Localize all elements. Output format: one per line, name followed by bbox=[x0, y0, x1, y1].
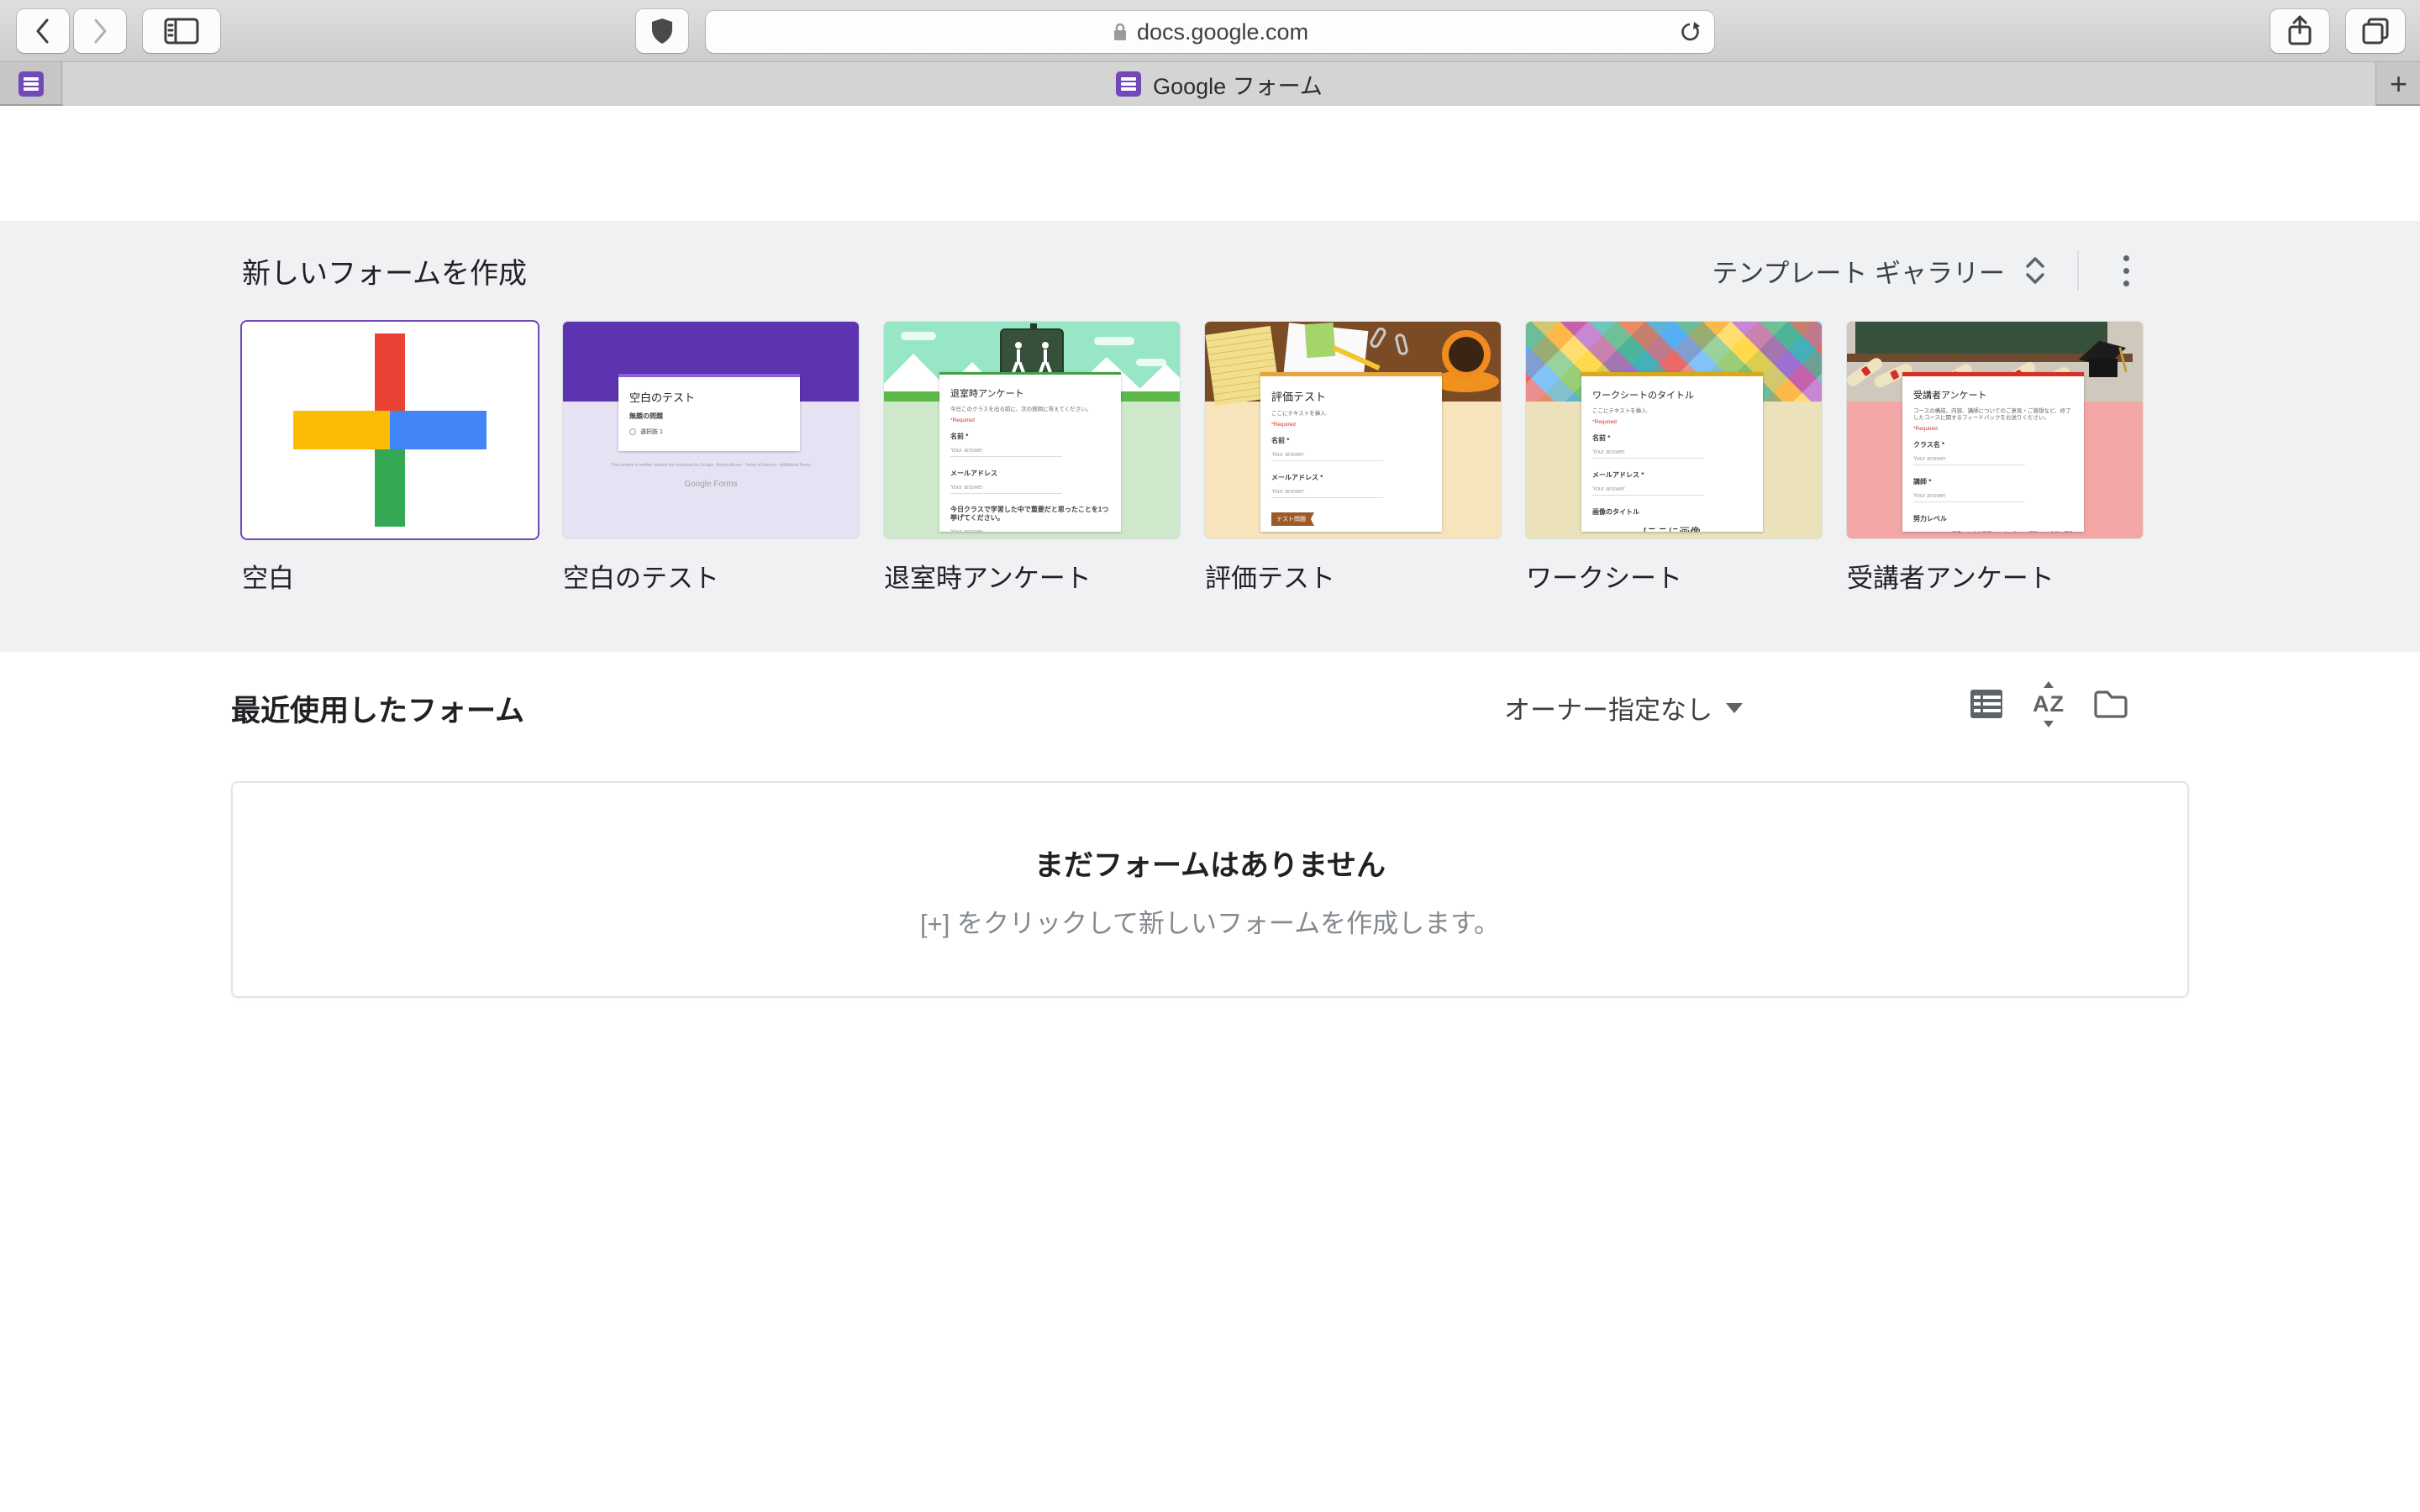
privacy-shield-button[interactable] bbox=[636, 9, 688, 53]
shield-icon bbox=[650, 16, 675, 46]
preview-form: 退室時アンケート 今日このクラスを出る前に、次の質問に答えてください。 *Req… bbox=[939, 372, 1121, 532]
list-view-button[interactable] bbox=[1963, 680, 2010, 727]
template-label: 評価テスト bbox=[1205, 557, 1501, 595]
template-gallery-section: 新しいフォームを作成 テンプレート ギャラリー bbox=[0, 222, 2420, 652]
google-plus-icon bbox=[293, 333, 487, 527]
address-bar[interactable]: docs.google.com bbox=[706, 11, 1714, 53]
section-title-recent-forms: 最近使用したフォーム bbox=[231, 687, 524, 730]
tab-bar: Google フォーム + bbox=[0, 62, 2420, 106]
tab-google-forms[interactable]: Google フォーム bbox=[63, 62, 2376, 106]
template-thumbnail-blank-quiz[interactable]: 空白のテスト 無題の問題 選択肢 1 This content is neith… bbox=[563, 322, 859, 538]
template-gallery-button[interactable]: テンプレート ギャラリー bbox=[1712, 252, 2005, 290]
list-view-icon bbox=[1969, 688, 2004, 720]
share-icon bbox=[2285, 14, 2315, 48]
radio-icon bbox=[629, 428, 636, 435]
template-thumbnail-blank[interactable] bbox=[242, 322, 538, 538]
open-file-picker-button[interactable] bbox=[2087, 680, 2134, 727]
tab-title: Google フォーム bbox=[1153, 68, 1323, 101]
template-card-assessment[interactable]: 評価テスト ここにテキストを挿入. *Required 名前 * Your an… bbox=[1205, 322, 1501, 595]
empty-state-subtitle: [+] をクリックして新しいフォームを作成します。 bbox=[233, 902, 2187, 940]
forward-button[interactable] bbox=[74, 9, 126, 53]
preview-form: 評価テスト ここにテキストを挿入. *Required 名前 * Your an… bbox=[1260, 372, 1442, 532]
sort-button[interactable]: AZ bbox=[2025, 680, 2072, 727]
preview-form: 空白のテスト 無題の問題 選択肢 1 bbox=[618, 374, 800, 451]
app-header: Forms 検索 ECCS2016 Information Technology… bbox=[0, 106, 2420, 222]
template-label: ワークシート bbox=[1526, 557, 1822, 595]
empty-state-title: まだフォームはありません bbox=[233, 842, 2187, 885]
unfold-more-icon[interactable] bbox=[2023, 255, 2047, 286]
template-thumbnail-assessment[interactable]: 評価テスト ここにテキストを挿入. *Required 名前 * Your an… bbox=[1205, 322, 1501, 538]
empty-state-card: まだフォームはありません [+] をクリックして新しいフォームを作成します。 bbox=[231, 781, 2189, 998]
template-thumbnail-course-evaluation[interactable]: 受講者アンケート コースの構成、内容、講師についてのご意見・ご感想など、修了した… bbox=[1847, 322, 2143, 538]
template-label: 空白のテスト bbox=[563, 557, 859, 595]
view-controls: AZ bbox=[1963, 680, 2134, 727]
template-label: 退室時アンケート bbox=[884, 557, 1180, 595]
preview-disclaimer: This content is neither created nor endo… bbox=[593, 463, 829, 469]
sort-az-icon: AZ bbox=[2033, 691, 2065, 717]
template-gallery-header: 新しいフォームを作成 テンプレート ギャラリー bbox=[242, 250, 2143, 291]
preview-footer: Google Forms bbox=[563, 480, 859, 489]
tabs-icon bbox=[2360, 16, 2391, 46]
owner-filter-label: オーナー指定なし bbox=[1504, 689, 1712, 727]
pinned-tab-forms[interactable] bbox=[0, 62, 62, 106]
more-options-button[interactable] bbox=[2109, 250, 2143, 291]
template-card-row: 空白 空白のテスト 無題の問題 選択肢 1 This content is ne… bbox=[242, 322, 2143, 595]
section-title-new-form: 新しいフォームを作成 bbox=[242, 250, 527, 291]
preview-form: ワークシートのタイトル ここにテキストを挿入. *Required 名前 * Y… bbox=[1581, 372, 1763, 532]
forward-chevron-icon bbox=[90, 16, 110, 46]
back-button[interactable] bbox=[17, 9, 69, 53]
lock-icon bbox=[1112, 21, 1128, 43]
template-card-exit-ticket[interactable]: 退室時アンケート 今日このクラスを出る前に、次の質問に答えてください。 *Req… bbox=[884, 322, 1180, 595]
template-thumbnail-exit-ticket[interactable]: 退室時アンケート 今日このクラスを出る前に、次の質問に答えてください。 *Req… bbox=[884, 322, 1180, 538]
template-card-blank-quiz[interactable]: 空白のテスト 無題の問題 選択肢 1 This content is neith… bbox=[563, 322, 859, 595]
url-text: docs.google.com bbox=[1137, 19, 1308, 45]
reload-icon[interactable] bbox=[1677, 20, 1702, 45]
template-label: 空白 bbox=[242, 557, 538, 595]
sidebar-icon bbox=[163, 17, 200, 45]
template-thumbnail-worksheet[interactable]: ワークシートのタイトル ここにテキストを挿入. *Required 名前 * Y… bbox=[1526, 322, 1822, 538]
template-card-worksheet[interactable]: ワークシートのタイトル ここにテキストを挿入. *Required 名前 * Y… bbox=[1526, 322, 1822, 595]
screen: docs.google.com Google フォーム + bbox=[0, 0, 2420, 1512]
recent-forms-section: 最近使用したフォーム オーナー指定なし AZ bbox=[0, 652, 2420, 1512]
new-tab-button[interactable]: + bbox=[2377, 62, 2420, 106]
divider bbox=[2077, 250, 2079, 291]
share-button[interactable] bbox=[2270, 9, 2329, 53]
template-gallery-controls: テンプレート ギャラリー bbox=[1712, 250, 2143, 291]
forms-favicon-icon bbox=[18, 71, 44, 97]
back-chevron-icon bbox=[33, 16, 53, 46]
folder-icon bbox=[2092, 688, 2129, 720]
template-card-blank[interactable]: 空白 bbox=[242, 322, 538, 595]
preview-form: 受講者アンケート コースの構成、内容、講師についてのご意見・ご感想など、修了した… bbox=[1902, 372, 2084, 532]
sidebar-toggle-button[interactable] bbox=[143, 9, 220, 53]
forms-favicon-icon bbox=[1116, 71, 1141, 97]
browser-toolbar: docs.google.com bbox=[0, 0, 2420, 62]
owner-filter-dropdown[interactable]: オーナー指定なし bbox=[1504, 689, 1743, 727]
template-card-course-evaluation[interactable]: 受講者アンケート コースの構成、内容、講師についてのご意見・ご感想など、修了した… bbox=[1847, 322, 2143, 595]
caret-down-icon bbox=[1726, 703, 1743, 713]
template-label: 受講者アンケート bbox=[1847, 557, 2143, 595]
tab-overview-button[interactable] bbox=[2346, 9, 2405, 53]
